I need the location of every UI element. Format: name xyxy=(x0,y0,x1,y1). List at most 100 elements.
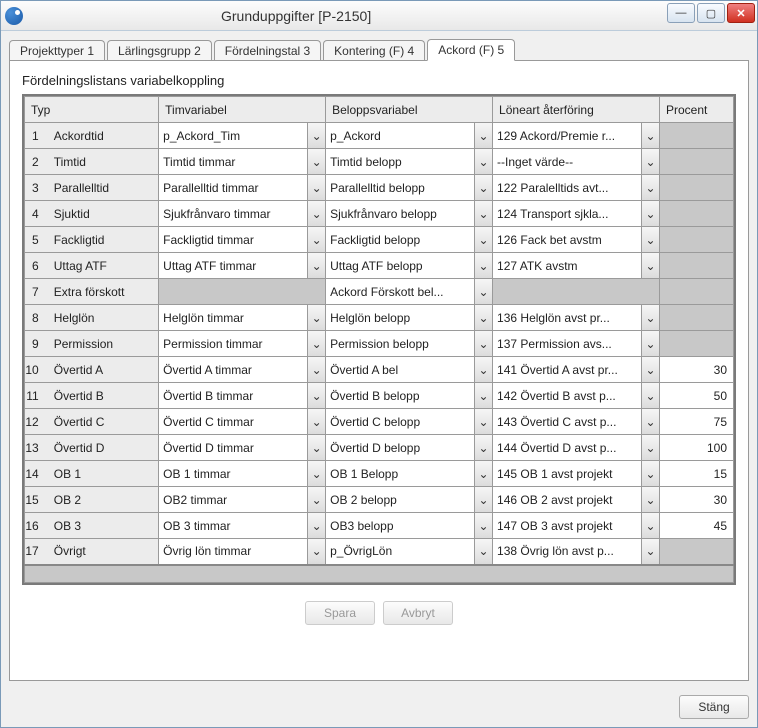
combo-timvariabel[interactable]: Övertid A timmar xyxy=(159,357,325,382)
table-row[interactable]: 17ÖvrigtÖvrig lön timmarp_ÖvrigLön138 Öv… xyxy=(25,539,734,565)
chevron-down-icon[interactable] xyxy=(307,409,325,434)
chevron-down-icon[interactable] xyxy=(307,357,325,382)
combo-loneart[interactable]: 137 Permission avs... xyxy=(493,331,659,356)
chevron-down-icon[interactable] xyxy=(641,435,659,460)
chevron-down-icon[interactable] xyxy=(307,201,325,226)
combo-beloppsvariabel[interactable]: Övertid A bel xyxy=(326,357,492,382)
chevron-down-icon[interactable] xyxy=(641,149,659,174)
chevron-down-icon[interactable] xyxy=(307,123,325,148)
table-row[interactable]: 14OB 1OB 1 timmarOB 1 Belopp145 OB 1 avs… xyxy=(25,461,734,487)
combo-loneart[interactable]: 142 Övertid B avst p... xyxy=(493,383,659,408)
chevron-down-icon[interactable] xyxy=(307,331,325,356)
chevron-down-icon[interactable] xyxy=(641,253,659,278)
combo-beloppsvariabel[interactable]: Fackligtid belopp xyxy=(326,227,492,252)
chevron-down-icon[interactable] xyxy=(641,461,659,486)
combo-timvariabel[interactable]: p_Ackord_Tim xyxy=(159,123,325,148)
chevron-down-icon[interactable] xyxy=(474,383,492,408)
table-row[interactable]: 12Övertid CÖvertid C timmarÖvertid C bel… xyxy=(25,409,734,435)
combo-loneart[interactable]: 146 OB 2 avst projekt xyxy=(493,487,659,512)
combo-beloppsvariabel[interactable]: Övertid C belopp xyxy=(326,409,492,434)
tab-fordelningstal[interactable]: Fördelningstal 3 xyxy=(214,40,321,61)
chevron-down-icon[interactable] xyxy=(474,253,492,278)
header-typ[interactable]: Typ xyxy=(25,97,159,123)
chevron-down-icon[interactable] xyxy=(307,487,325,512)
header-procent[interactable]: Procent xyxy=(659,97,733,123)
chevron-down-icon[interactable] xyxy=(641,383,659,408)
combo-timvariabel[interactable]: Sjukfrånvaro timmar xyxy=(159,201,325,226)
table-row[interactable]: 4SjuktidSjukfrånvaro timmarSjukfrånvaro … xyxy=(25,201,734,227)
header-loneart[interactable]: Löneart återföring xyxy=(493,97,660,123)
chevron-down-icon[interactable] xyxy=(474,201,492,226)
minimize-button[interactable]: — xyxy=(667,3,695,23)
cell-procent[interactable]: 15 xyxy=(660,461,733,486)
chevron-down-icon[interactable] xyxy=(307,175,325,200)
chevron-down-icon[interactable] xyxy=(474,357,492,382)
chevron-down-icon[interactable] xyxy=(307,149,325,174)
combo-beloppsvariabel[interactable]: OB 1 Belopp xyxy=(326,461,492,486)
chevron-down-icon[interactable] xyxy=(307,383,325,408)
chevron-down-icon[interactable] xyxy=(641,487,659,512)
chevron-down-icon[interactable] xyxy=(307,513,325,538)
combo-loneart[interactable]: 124 Transport sjkla... xyxy=(493,201,659,226)
chevron-down-icon[interactable] xyxy=(474,461,492,486)
table-row[interactable]: 13Övertid DÖvertid D timmarÖvertid D bel… xyxy=(25,435,734,461)
tab-projekttyper[interactable]: Projekttyper 1 xyxy=(9,40,105,61)
table-row[interactable]: 3ParallelltidParallelltid timmarParallel… xyxy=(25,175,734,201)
combo-timvariabel[interactable]: Uttag ATF timmar xyxy=(159,253,325,278)
table-row[interactable]: 16OB 3OB 3 timmarOB3 belopp147 OB 3 avst… xyxy=(25,513,734,539)
chevron-down-icon[interactable] xyxy=(474,149,492,174)
chevron-down-icon[interactable] xyxy=(474,539,492,564)
chevron-down-icon[interactable] xyxy=(474,487,492,512)
header-beloppsvariabel[interactable]: Beloppsvariabel xyxy=(326,97,493,123)
combo-beloppsvariabel[interactable]: Övertid D belopp xyxy=(326,435,492,460)
combo-beloppsvariabel[interactable]: Timtid belopp xyxy=(326,149,492,174)
chevron-down-icon[interactable] xyxy=(641,357,659,382)
combo-timvariabel[interactable]: Övertid D timmar xyxy=(159,435,325,460)
chevron-down-icon[interactable] xyxy=(474,227,492,252)
table-row[interactable]: 7Extra förskottAckord Förskott bel... xyxy=(25,279,734,305)
combo-timvariabel[interactable]: Helglön timmar xyxy=(159,305,325,330)
chevron-down-icon[interactable] xyxy=(474,175,492,200)
combo-timvariabel[interactable]: Timtid timmar xyxy=(159,149,325,174)
combo-loneart[interactable]: 143 Övertid C avst p... xyxy=(493,409,659,434)
combo-beloppsvariabel[interactable]: Permission belopp xyxy=(326,331,492,356)
combo-beloppsvariabel[interactable]: Helglön belopp xyxy=(326,305,492,330)
chevron-down-icon[interactable] xyxy=(474,305,492,330)
tab-ackord[interactable]: Ackord (F) 5 xyxy=(427,39,515,61)
combo-loneart[interactable]: 129 Ackord/Premie r... xyxy=(493,123,659,148)
chevron-down-icon[interactable] xyxy=(641,539,659,564)
combo-loneart[interactable]: 147 OB 3 avst projekt xyxy=(493,513,659,538)
combo-beloppsvariabel[interactable]: OB3 belopp xyxy=(326,513,492,538)
table-row[interactable]: 9PermissionPermission timmarPermission b… xyxy=(25,331,734,357)
cell-procent[interactable]: 100 xyxy=(660,435,733,460)
chevron-down-icon[interactable] xyxy=(307,539,325,564)
chevron-down-icon[interactable] xyxy=(641,513,659,538)
save-button[interactable]: Spara xyxy=(305,601,375,625)
combo-beloppsvariabel[interactable]: Parallelltid belopp xyxy=(326,175,492,200)
cell-procent[interactable]: 30 xyxy=(660,487,733,512)
combo-timvariabel[interactable]: Övrig lön timmar xyxy=(159,539,325,564)
table-row[interactable]: 1Ackordtidp_Ackord_Timp_Ackord129 Ackord… xyxy=(25,123,734,149)
combo-beloppsvariabel[interactable]: Ackord Förskott bel... xyxy=(326,279,492,304)
chevron-down-icon[interactable] xyxy=(641,227,659,252)
combo-beloppsvariabel[interactable]: OB 2 belopp xyxy=(326,487,492,512)
chevron-down-icon[interactable] xyxy=(641,175,659,200)
combo-timvariabel[interactable]: OB 3 timmar xyxy=(159,513,325,538)
chevron-down-icon[interactable] xyxy=(474,331,492,356)
combo-loneart[interactable]: 145 OB 1 avst projekt xyxy=(493,461,659,486)
combo-timvariabel[interactable]: Permission timmar xyxy=(159,331,325,356)
combo-loneart[interactable]: 144 Övertid D avst p... xyxy=(493,435,659,460)
combo-timvariabel[interactable]: OB2 timmar xyxy=(159,487,325,512)
combo-beloppsvariabel[interactable]: p_Ackord xyxy=(326,123,492,148)
chevron-down-icon[interactable] xyxy=(641,331,659,356)
combo-loneart[interactable]: --Inget värde-- xyxy=(493,149,659,174)
chevron-down-icon[interactable] xyxy=(474,123,492,148)
combo-loneart[interactable]: 138 Övrig lön avst p... xyxy=(493,539,659,564)
chevron-down-icon[interactable] xyxy=(474,513,492,538)
header-timvariabel[interactable]: Timvariabel xyxy=(159,97,326,123)
close-window-button[interactable]: ✕ xyxy=(727,3,755,23)
chevron-down-icon[interactable] xyxy=(307,305,325,330)
combo-timvariabel[interactable]: Parallelltid timmar xyxy=(159,175,325,200)
tab-kontering[interactable]: Kontering (F) 4 xyxy=(323,40,425,61)
chevron-down-icon[interactable] xyxy=(474,409,492,434)
